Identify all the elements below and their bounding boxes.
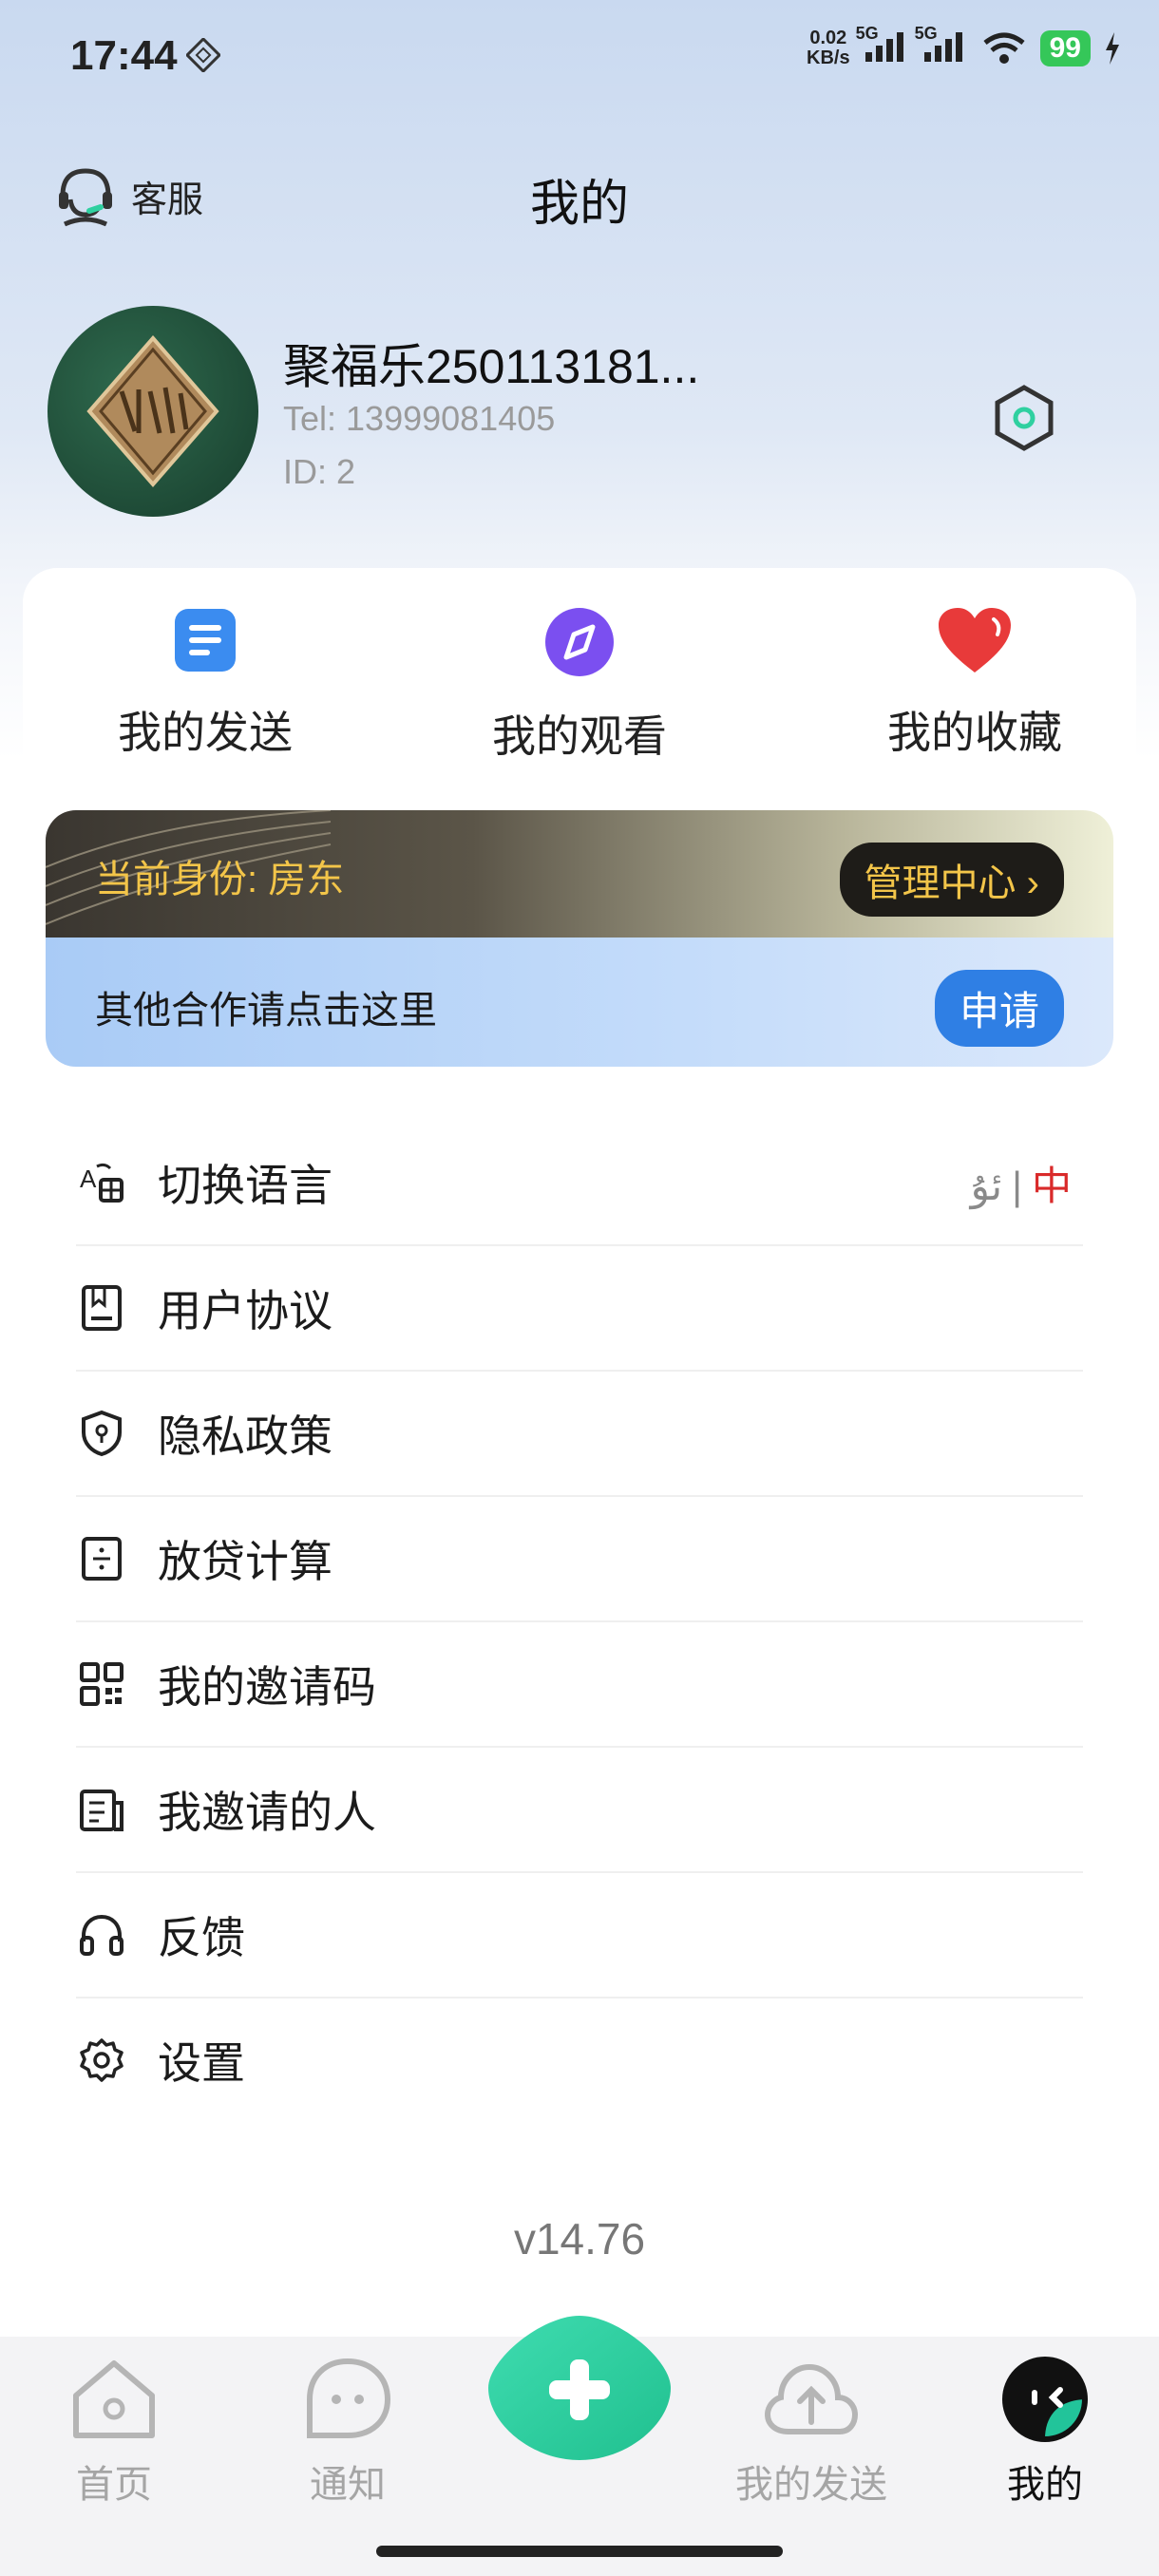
apply-button[interactable]: 申请 — [934, 970, 1064, 1047]
language-uyghur[interactable]: ئۇ — [971, 1164, 1002, 1208]
menu-item-feedback[interactable]: 反馈 — [76, 1873, 1083, 1998]
menu-item-privacy[interactable]: 隐私政策 — [76, 1372, 1083, 1497]
upload-cloud-icon — [764, 2363, 859, 2434]
menu-label-language: 切换语言 — [158, 1161, 332, 1210]
wifi-icon — [983, 32, 1025, 64]
battery-level: 99 — [1039, 30, 1091, 66]
compass-icon — [545, 608, 614, 676]
username: 聚福乐250113181... — [283, 340, 700, 393]
nav-notifications-label: 通知 — [310, 2464, 386, 2506]
menu-item-loan-calculator[interactable]: 放贷计算 — [76, 1497, 1083, 1622]
menu-label-invitees: 我邀请的人 — [158, 1788, 376, 1837]
profile-settings-icon[interactable] — [988, 382, 1060, 454]
net-speed-unit: KB/s — [807, 47, 850, 68]
menu-item-settings[interactable]: 设置 — [76, 1998, 1083, 2122]
home-icon — [73, 2360, 155, 2438]
document-icon — [175, 609, 236, 672]
translate-icon: A — [80, 1163, 124, 1203]
avatar[interactable] — [48, 306, 258, 517]
invitees-icon — [80, 1790, 124, 1831]
sim-icon — [186, 38, 220, 72]
signal-1: 5G — [856, 24, 909, 68]
menu-item-user-agreement[interactable]: 用户协议 — [76, 1246, 1083, 1372]
quick-my-posts[interactable]: 我的发送 — [63, 606, 348, 761]
menu-label-settings: 设置 — [158, 2038, 245, 2088]
nav-home-label: 首页 — [76, 2464, 152, 2506]
quick-my-favorites-label: 我的收藏 — [887, 708, 1062, 757]
chevron-right-icon: › — [1026, 862, 1039, 904]
chat-icon — [307, 2358, 391, 2438]
status-indicators: 0.02 KB/s 5G 5G 99 — [807, 24, 1121, 68]
phone-number: Tel: 13999081405 — [283, 399, 556, 438]
menu-label-invite-code: 我的邀请码 — [158, 1662, 376, 1712]
menu-item-invite-code[interactable]: 我的邀请码 — [76, 1622, 1083, 1748]
heart-icon — [939, 608, 1011, 672]
nav-notifications[interactable]: 通知 — [262, 2354, 433, 2509]
menu-label-feedback: 反馈 — [158, 1913, 245, 1962]
home-indicator[interactable] — [376, 2546, 783, 2557]
qr-code-icon — [80, 1662, 124, 1706]
language-chinese[interactable]: 中 — [1032, 1164, 1072, 1208]
agreement-icon — [82, 1285, 122, 1331]
role-section: 当前身份: 房东 管理中心 › — [46, 810, 1113, 938]
shield-icon — [82, 1410, 122, 1457]
profile-icon — [1002, 2357, 1088, 2442]
status-time: 17:44 — [70, 32, 178, 79]
calculator-icon — [82, 1537, 122, 1581]
manage-center-button[interactable]: 管理中心 › — [839, 843, 1064, 917]
add-post-button[interactable] — [484, 2312, 674, 2464]
menu-label-privacy: 隐私政策 — [158, 1411, 332, 1461]
menu-item-language[interactable]: A 切换语言 ئۇ | 中 — [76, 1121, 1083, 1246]
manage-center-label: 管理中心 — [864, 862, 1016, 904]
net-speed: 0.02 KB/s — [807, 28, 850, 68]
signal-2: 5G — [915, 24, 968, 68]
nav-profile-label: 我的 — [1007, 2464, 1083, 2506]
cooperation-text: 其他合作请点击这里 — [95, 990, 437, 1032]
net-speed-value: 0.02 — [809, 28, 847, 48]
avatar-logo-icon — [86, 334, 219, 488]
nav-profile[interactable]: 我的 — [960, 2354, 1130, 2509]
menu-item-invitees[interactable]: 我邀请的人 — [76, 1748, 1083, 1873]
language-separator: | — [1012, 1163, 1022, 1208]
settings-menu: A 切换语言 ئۇ | 中 用户协议 隐私政策 放贷计算 我的邀请码 我邀请的人… — [76, 1121, 1083, 2122]
app-version: v14.76 — [513, 2214, 646, 2263]
headphones-icon — [80, 1914, 124, 1956]
role-banner: 当前身份: 房东 管理中心 › 其他合作请点击这里 申请 — [46, 810, 1113, 1067]
current-role: 当前身份: 房东 — [95, 859, 345, 900]
svg-text:A: A — [80, 1165, 97, 1193]
quick-my-views-label: 我的观看 — [492, 711, 667, 761]
menu-label-user-agreement: 用户协议 — [158, 1286, 332, 1335]
nav-my-posts-label: 我的发送 — [735, 2464, 887, 2506]
language-switch[interactable]: ئۇ | 中 — [971, 1154, 1072, 1212]
quick-my-views[interactable]: 我的观看 — [437, 606, 722, 765]
gear-icon — [80, 2038, 124, 2082]
nav-my-posts[interactable]: 我的发送 — [726, 2354, 897, 2509]
charging-icon — [1106, 32, 1119, 65]
cooperation-section[interactable]: 其他合作请点击这里 申请 — [46, 938, 1113, 1067]
quick-my-favorites[interactable]: 我的收藏 — [832, 606, 1117, 761]
nav-home[interactable]: 首页 — [28, 2354, 200, 2509]
menu-label-loan-calculator: 放贷计算 — [158, 1537, 332, 1586]
signal-1-label: 5G — [855, 23, 879, 43]
signal-2-label: 5G — [914, 23, 938, 43]
quick-my-posts-label: 我的发送 — [118, 708, 293, 757]
user-id: ID: 2 — [283, 452, 356, 491]
page-title: 我的 — [529, 177, 629, 232]
